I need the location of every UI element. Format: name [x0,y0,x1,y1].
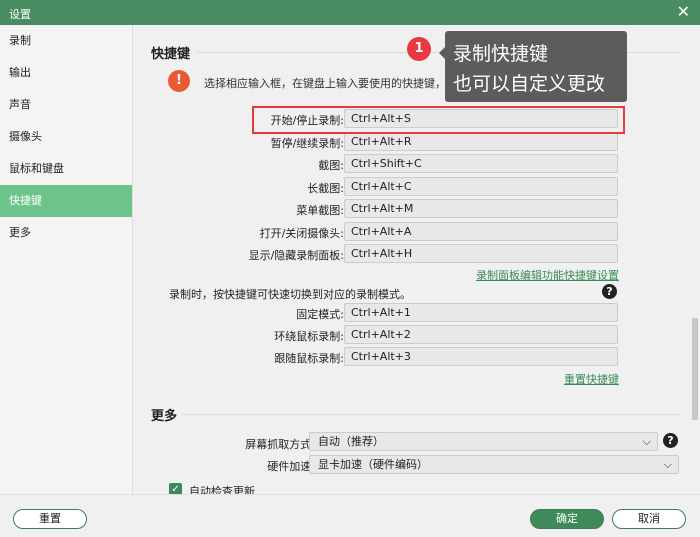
help-icon[interactable]: ? [602,284,617,299]
highlight-box [252,106,625,134]
capture-mode-select[interactable]: 自动（推荐） ⌵ [309,432,658,451]
sidebar-item-camera[interactable]: 摄像头 [0,121,132,153]
hotkey-label: 跟随鼠标录制: [274,352,344,365]
scrollbar-thumb[interactable] [692,318,698,420]
hotkey-input-panel[interactable]: Ctrl+Alt+H [344,244,618,263]
sidebar: 录制 输出 声音 摄像头 鼠标和键盘 快捷键 更多 [0,25,133,494]
scrollbar[interactable] [690,25,700,494]
hotkey-label: 打开/关闭摄像头: [259,227,344,240]
hotkey-row: 长截图: Ctrl+Alt+C [134,177,690,196]
hotkey-row: 固定模式: Ctrl+Alt+1 [134,303,690,322]
sidebar-item-output[interactable]: 输出 [0,57,132,89]
hotkey-row: 环绕鼠标录制: Ctrl+Alt+2 [134,325,690,344]
hotkey-input-long-screenshot[interactable]: Ctrl+Alt+C [344,177,618,196]
annotation-badge: 1 [407,37,431,61]
hotkey-input-around-mouse[interactable]: Ctrl+Alt+2 [344,325,618,344]
section-title-hotkeys: 快捷键 [151,47,191,62]
hardware-accel-select[interactable]: 显卡加速（硬件编码） ⌵ [309,455,679,474]
close-icon[interactable]: ✕ [677,2,690,21]
mode-note: 录制时，按快捷键可快速切换到对应的录制模式。 [169,288,411,301]
hotkey-row: 截图: Ctrl+Shift+C [134,154,690,173]
hotkey-label: 截图: [318,159,344,172]
accel-value: 显卡加速（硬件编码） [318,458,428,471]
hotkey-label: 环绕鼠标录制: [274,330,344,343]
section-title-more: 更多 [151,409,178,424]
hotkey-row: 跟随鼠标录制: Ctrl+Alt+3 [134,347,690,366]
capture-value: 自动（推荐） [318,435,384,448]
sidebar-item-mouse-keyboard[interactable]: 鼠标和键盘 [0,153,132,185]
sidebar-item-record[interactable]: 录制 [0,25,132,57]
hotkey-input-fixed-mode[interactable]: Ctrl+Alt+1 [344,303,618,322]
footer: 重置 确定 取消 [0,494,700,537]
hotkey-row: 菜单截图: Ctrl+Alt+M [134,199,690,218]
reset-button[interactable]: 重置 [13,509,87,529]
hotkey-input-camera[interactable]: Ctrl+Alt+A [344,222,618,241]
hotkey-input-screenshot[interactable]: Ctrl+Shift+C [344,154,618,173]
hotkey-label: 菜单截图: [296,204,344,217]
annotation-tooltip: 录制快捷键 也可以自定义更改 [439,31,627,102]
window-title: 设置 [9,8,31,21]
warning-icon: ! [168,70,190,92]
hotkey-label: 长截图: [307,182,344,195]
hotkey-label: 显示/隐藏录制面板: [248,249,344,262]
hotkey-input-menu-screenshot[interactable]: Ctrl+Alt+M [344,199,618,218]
capture-label: 屏幕抓取方式: [245,438,315,451]
hotkey-row: 显示/隐藏录制面板: Ctrl+Alt+H [134,244,690,263]
hotkey-input-follow-mouse[interactable]: Ctrl+Alt+3 [344,347,618,366]
tooltip-line-1: 录制快捷键 [453,43,549,65]
sidebar-item-hotkeys[interactable]: 快捷键 [0,185,132,217]
panel-hotkey-settings-link[interactable]: 录制面板编辑功能快捷键设置 [476,267,619,283]
hotkey-label: 固定模式: [296,308,344,321]
reset-hotkeys-link[interactable]: 重置快捷键 [564,371,619,387]
hotkey-input-pause[interactable]: Ctrl+Alt+R [344,132,618,151]
accel-label: 硬件加速: [267,460,315,473]
hotkey-row: 暂停/继续录制: Ctrl+Alt+R [134,132,690,151]
hotkey-row: 打开/关闭摄像头: Ctrl+Alt+A [134,222,690,241]
help-icon[interactable]: ? [663,433,678,448]
title-bar: 设置 ✕ [0,0,700,25]
divider [181,414,680,415]
tooltip-line-2: 也可以自定义更改 [453,73,606,95]
sidebar-item-audio[interactable]: 声音 [0,89,132,121]
chevron-down-icon: ⌵ [663,458,672,471]
chevron-down-icon: ⌵ [642,435,651,448]
ok-button[interactable]: 确定 [530,509,604,529]
info-text: 选择相应输入框，在键盘上输入要使用的快捷键，我 [204,77,457,90]
hotkey-label: 暂停/继续录制: [270,137,344,150]
cancel-button[interactable]: 取消 [612,509,686,529]
sidebar-item-more[interactable]: 更多 [0,217,132,249]
